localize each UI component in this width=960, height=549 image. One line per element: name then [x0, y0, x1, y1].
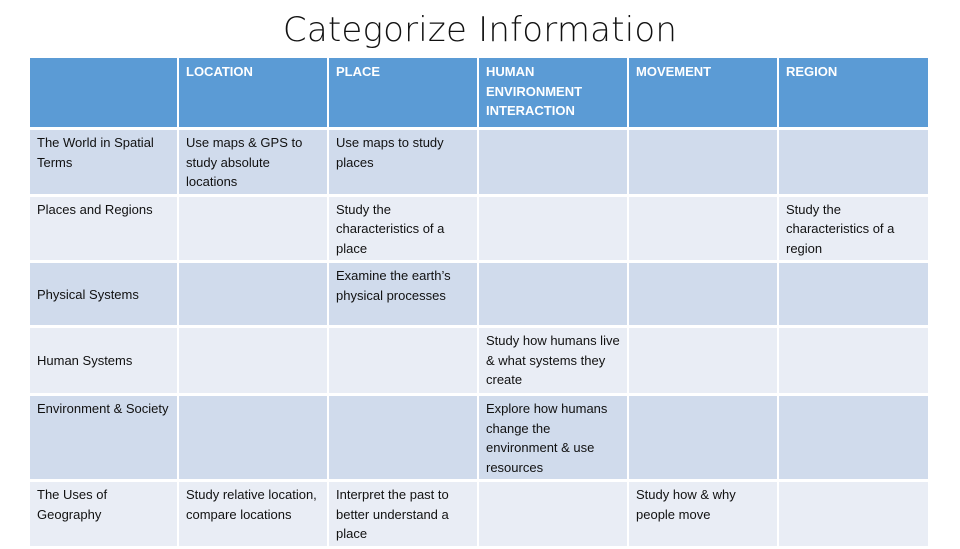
- header-blank: [30, 58, 179, 130]
- cell-region: [779, 482, 928, 549]
- cell-location: [179, 328, 329, 396]
- table-row: Human Systems Study how humans live & wh…: [30, 328, 928, 396]
- table-row: The World in Spatial Terms Use maps & GP…: [30, 130, 928, 197]
- header-region: REGION: [779, 58, 928, 130]
- cell-place: [329, 396, 479, 482]
- table-row: Physical Systems Examine the earth’s phy…: [30, 263, 928, 328]
- cell-human-environment: [479, 130, 629, 197]
- categorize-table: LOCATION PLACE HUMAN ENVIRONMENT INTERAC…: [30, 58, 928, 549]
- cell-movement: [629, 263, 779, 328]
- cell-human-environment: [479, 196, 629, 263]
- cell-human-environment: Study how humans live & what systems the…: [479, 328, 629, 396]
- cell-human-environment: [479, 482, 629, 549]
- row-category: Human Systems: [30, 328, 179, 396]
- cell-location: Study relative location, compare locatio…: [179, 482, 329, 549]
- header-location: LOCATION: [179, 58, 329, 130]
- table-row: The Uses of Geography Study relative loc…: [30, 482, 928, 549]
- cell-place: Examine the earth’s physical processes: [329, 263, 479, 328]
- cell-movement: [629, 130, 779, 197]
- cell-place: Use maps to study places: [329, 130, 479, 197]
- header-movement: MOVEMENT: [629, 58, 779, 130]
- cell-place: Study the characteristics of a place: [329, 196, 479, 263]
- cell-region: Study the characteristics of a region: [779, 196, 928, 263]
- cell-movement: Study how & why people move: [629, 482, 779, 549]
- cell-region: [779, 130, 928, 197]
- cell-region: [779, 396, 928, 482]
- cell-location: Use maps & GPS to study absolute locatio…: [179, 130, 329, 197]
- row-category: Places and Regions: [30, 196, 179, 263]
- table-row: Places and Regions Study the characteris…: [30, 196, 928, 263]
- row-category: The World in Spatial Terms: [30, 130, 179, 197]
- cell-movement: [629, 328, 779, 396]
- row-category: Physical Systems: [30, 263, 179, 328]
- slide-title: Categorize Information: [282, 10, 678, 50]
- cell-region: [779, 263, 928, 328]
- row-category: Environment & Society: [30, 396, 179, 482]
- cell-location: [179, 196, 329, 263]
- cell-place: [329, 328, 479, 396]
- cell-place: Interpret the past to better understand …: [329, 482, 479, 549]
- cell-location: [179, 396, 329, 482]
- header-place: PLACE: [329, 58, 479, 130]
- row-category: The Uses of Geography: [30, 482, 179, 549]
- header-row: LOCATION PLACE HUMAN ENVIRONMENT INTERAC…: [30, 58, 928, 130]
- cell-region: [779, 328, 928, 396]
- header-human-environment-interaction: HUMAN ENVIRONMENT INTERACTION: [479, 58, 629, 130]
- cell-location: [179, 263, 329, 328]
- cell-human-environment: Explore how humans change the environmen…: [479, 396, 629, 482]
- cell-movement: [629, 196, 779, 263]
- cell-human-environment: [479, 263, 629, 328]
- table-row: Environment & Society Explore how humans…: [30, 396, 928, 482]
- cell-movement: [629, 396, 779, 482]
